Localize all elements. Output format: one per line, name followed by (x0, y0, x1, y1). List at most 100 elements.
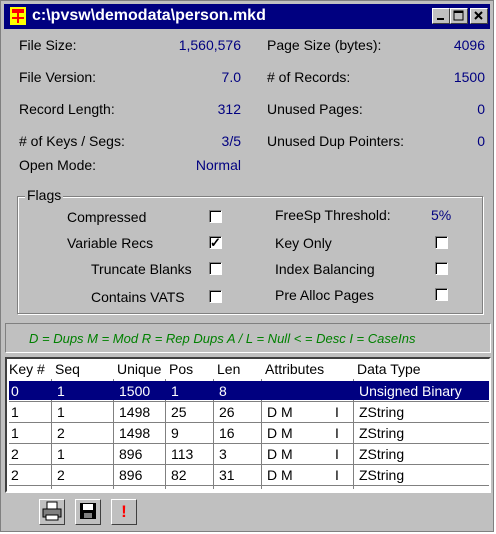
close-button[interactable] (470, 8, 488, 24)
flags-group-title: Flags (25, 187, 64, 203)
index-balancing-checkbox[interactable] (435, 262, 448, 275)
main-window: c:\pvsw\demodata\person.mkd File Size: 1… (0, 0, 494, 532)
record-length-label: Record Length: (19, 101, 115, 117)
table-cell: 1498 (119, 404, 151, 420)
keys-segs-value: 3/5 (221, 133, 241, 149)
table-row[interactable]: 1 1 1498 25 26 D M I ZString (9, 402, 489, 421)
save-button[interactable] (75, 499, 101, 525)
flag-variable-recs-label: Variable Recs (67, 235, 154, 251)
table-cell: D M (267, 404, 293, 420)
table-cell: 26 (219, 404, 235, 420)
column-header-pos[interactable]: Pos (169, 361, 193, 377)
exclamation-icon: ! (121, 502, 127, 521)
freesp-threshold-label: FreeSp Threshold: (275, 207, 391, 223)
table-cell: 9 (171, 425, 179, 441)
keys-segs-label: # of Keys / Segs: (19, 133, 125, 149)
flag-compressed-label: Compressed (67, 209, 147, 225)
table-cell: 2 (57, 425, 65, 441)
table-cell: D M (267, 467, 293, 483)
window-title: c:\pvsw\demodata\person.mkd (32, 7, 266, 24)
keys-table[interactable]: Key # Seq Unique Pos Len Attributes Data… (5, 357, 491, 493)
table-cell: 113 (171, 446, 194, 462)
title-bar[interactable]: c:\pvsw\demodata\person.mkd (4, 4, 490, 29)
table-cell: 2 (57, 467, 65, 483)
minimize-icon (437, 18, 444, 20)
table-cell: ZString (359, 425, 405, 441)
page-size-value: 4096 (453, 37, 485, 53)
open-mode-label: Open Mode: (19, 157, 97, 173)
table-cell: ZString (359, 446, 405, 462)
print-button[interactable] (39, 499, 65, 525)
flag-contains-vats-label: Contains VATS (91, 289, 185, 305)
table-cell: 896 (119, 446, 143, 462)
table-cell: 1 (57, 383, 65, 399)
toolbar: ! (5, 495, 491, 531)
variable-recs-checkbox[interactable]: ✓ (209, 236, 222, 249)
flag-index-balancing-label: Index Balancing (275, 261, 375, 277)
key-only-checkbox[interactable] (435, 236, 448, 249)
unused-dup-pointers-value: 0 (477, 133, 485, 149)
table-cell: 16 (219, 425, 235, 441)
table-cell: 3 (219, 446, 227, 462)
table-cell: 2 (11, 446, 19, 462)
row-divider (9, 485, 489, 486)
minimize-button[interactable] (432, 8, 450, 24)
maximize-icon (453, 10, 464, 21)
column-header-seq[interactable]: Seq (55, 361, 80, 377)
contains-vats-checkbox[interactable] (209, 290, 222, 303)
unused-pages-value: 0 (477, 101, 485, 117)
table-cell: ZString (359, 404, 405, 420)
maximize-button[interactable] (450, 8, 468, 24)
column-header-attributes[interactable]: Attributes (265, 361, 324, 377)
table-row[interactable]: 0 1 1500 1 8 Unsigned Binary (9, 381, 489, 400)
record-length-value: 312 (217, 101, 241, 117)
flag-key-only-label: Key Only (275, 235, 332, 251)
table-cell: D M (267, 425, 293, 441)
flag-pre-alloc-pages-label: Pre Alloc Pages (275, 287, 374, 303)
table-cell: 31 (219, 467, 235, 483)
column-header-len[interactable]: Len (217, 361, 240, 377)
column-header-data-type[interactable]: Data Type (357, 361, 421, 377)
freesp-threshold-value[interactable]: 5% (431, 207, 451, 223)
flag-truncate-blanks-label: Truncate Blanks (91, 261, 192, 277)
table-cell: 1 (11, 425, 19, 441)
num-records-label: # of Records: (267, 69, 351, 85)
table-cell: 1500 (119, 383, 151, 399)
table-cell: I (335, 446, 339, 462)
alert-button[interactable]: ! (111, 499, 137, 525)
table-cell: D M (267, 446, 293, 462)
table-row[interactable]: 1 2 1498 9 16 D M I ZString (9, 423, 489, 442)
floppy-disk-icon (80, 503, 96, 519)
file-size-value: 1,560,576 (178, 37, 241, 53)
column-header-key[interactable]: Key # (9, 361, 45, 377)
printer-icon (42, 501, 62, 521)
table-row[interactable]: 2 2 896 82 31 D M I ZString (9, 465, 489, 484)
table-cell: I (335, 404, 339, 420)
close-icon (474, 11, 483, 20)
table-cell: 25 (171, 404, 187, 420)
app-icon (10, 7, 26, 25)
truncate-blanks-checkbox[interactable] (209, 262, 222, 275)
table-cell: 82 (171, 467, 187, 483)
table-cell: 2 (11, 467, 19, 483)
unused-dup-pointers-label: Unused Dup Pointers: (267, 133, 404, 149)
table-cell: 1 (57, 404, 65, 420)
num-records-value: 1500 (453, 69, 485, 85)
pre-alloc-pages-checkbox[interactable] (435, 288, 448, 301)
table-cell: 0 (11, 383, 19, 399)
unused-pages-label: Unused Pages: (267, 101, 363, 117)
page-size-label: Page Size (bytes): (267, 37, 382, 53)
table-row[interactable]: 2 1 896 113 3 D M I ZString (9, 444, 489, 463)
column-header-unique[interactable]: Unique (117, 361, 161, 377)
open-mode-value: Normal (195, 157, 241, 173)
compressed-checkbox[interactable] (209, 210, 222, 223)
table-cell: ZString (359, 467, 405, 483)
table-cell: 896 (119, 467, 143, 483)
table-cell: 1498 (119, 425, 151, 441)
table-cell: 1 (171, 383, 179, 399)
file-version-value: 7.0 (221, 69, 241, 85)
table-cell: 8 (219, 383, 227, 399)
file-size-label: File Size: (19, 37, 77, 53)
table-cell: 1 (57, 446, 65, 462)
table-cell: Unsigned Binary (359, 383, 462, 399)
